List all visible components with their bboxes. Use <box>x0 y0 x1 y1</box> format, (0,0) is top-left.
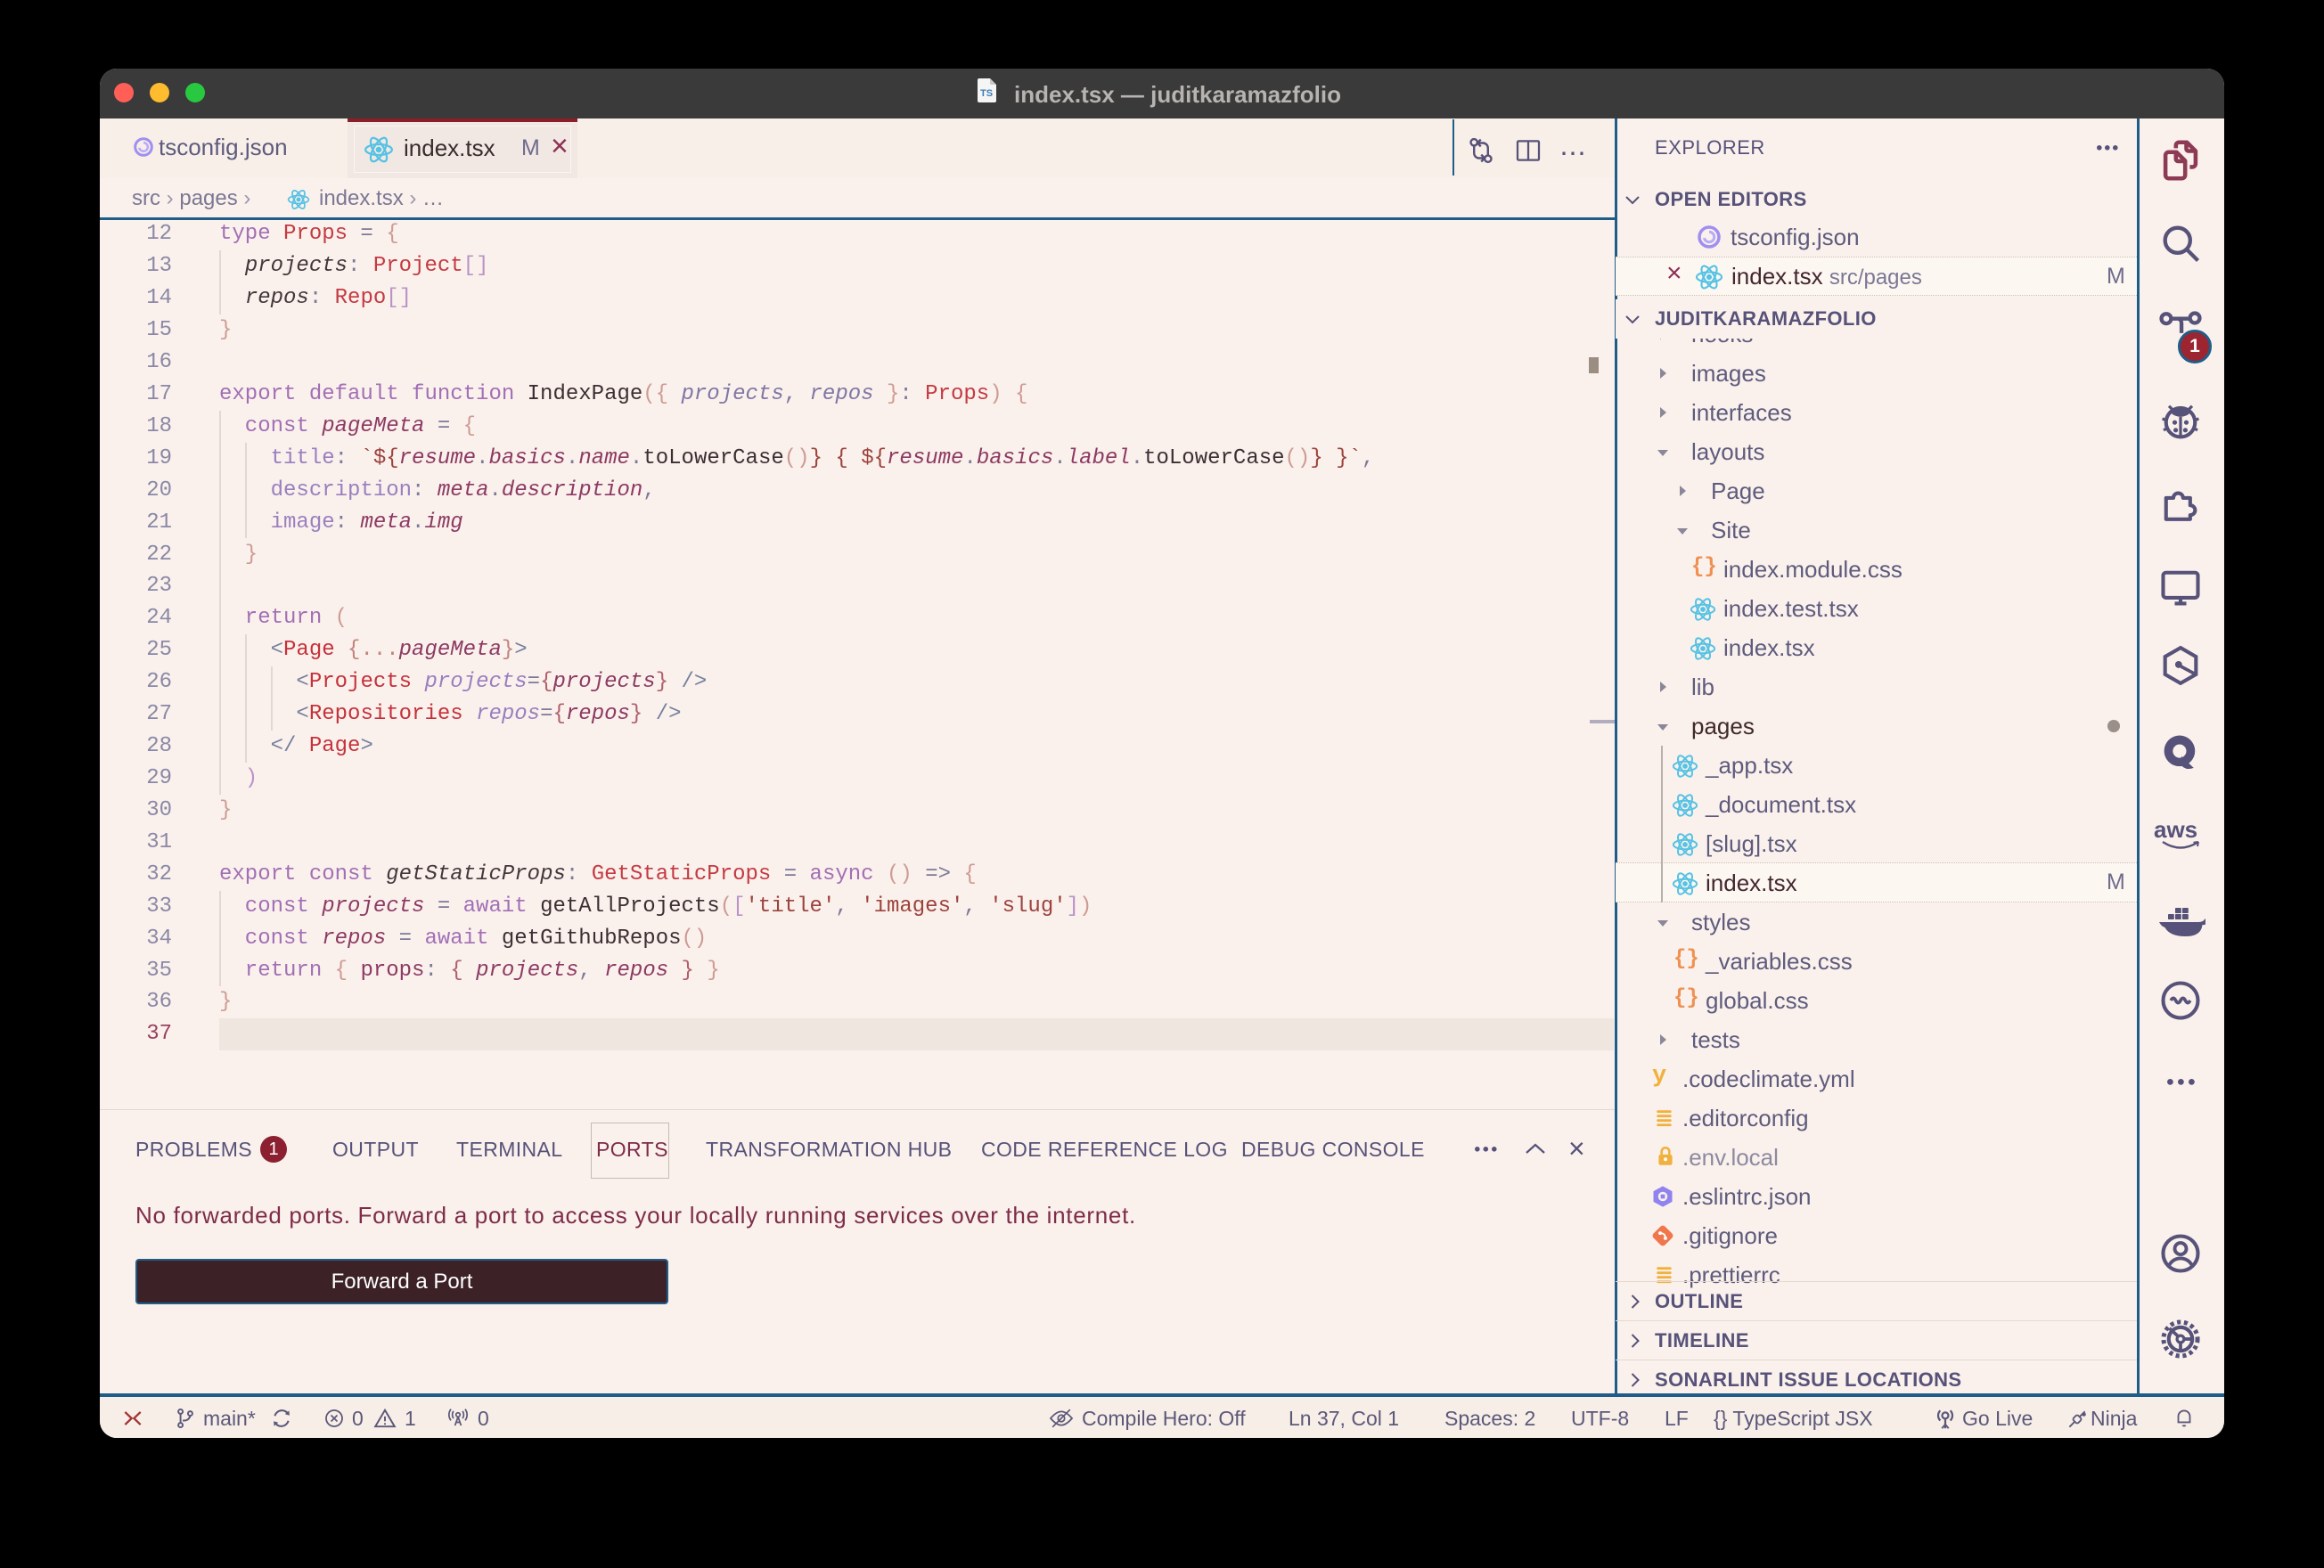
svg-text:TS: TS <box>980 88 993 99</box>
